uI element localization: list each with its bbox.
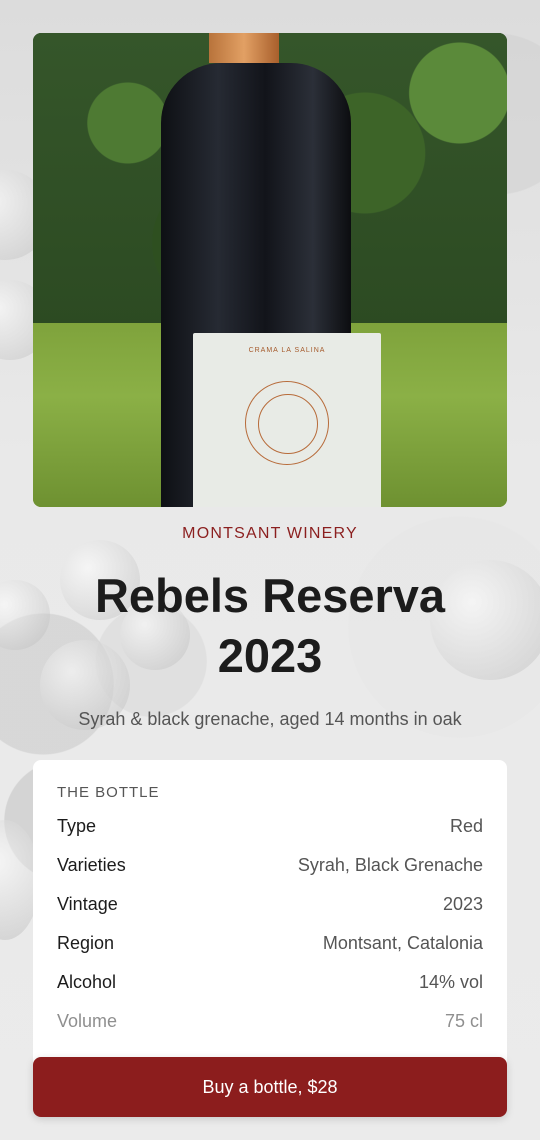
spec-row-vintage: Vintage 2023: [57, 885, 483, 924]
spec-row-alcohol: Alcohol 14% vol: [57, 963, 483, 1002]
spec-key: Region: [57, 933, 115, 953]
spec-row-varieties: Varieties Syrah, Black Grenache: [57, 846, 483, 885]
wine-description: Syrah & black grenache, aged 14 months i…: [78, 709, 462, 729]
spec-key: Vintage: [57, 894, 118, 914]
spec-key: Varieties: [57, 855, 126, 875]
spec-value: 14% vol: [418, 972, 483, 992]
spec-key: Volume: [57, 1011, 118, 1031]
label-brand: CRAMA LA SALINA: [248, 347, 326, 354]
title-line-1: Rebels Reserva: [94, 569, 446, 622]
winery-name: MONTSANT WINERY: [182, 525, 358, 542]
buy-bottle-button[interactable]: Buy a bottle, $28: [33, 1057, 507, 1117]
bottle-details-card: THE BOTTLE Type Red Varieties Syrah, Bla…: [33, 760, 507, 1080]
spec-key: Type: [57, 816, 97, 836]
spec-row-volume: Volume 75 cl: [57, 1002, 483, 1041]
spec-row-region: Region Montsant, Catalonia: [57, 924, 483, 963]
label-crest-icon: [245, 381, 329, 465]
card-heading: THE BOTTLE: [57, 784, 160, 801]
spec-value: 75 cl: [444, 1011, 483, 1031]
bottle-label: CRAMA LA SALINA: [193, 333, 381, 507]
spec-row-type: Type Red: [57, 807, 483, 846]
spec-value: Montsant, Catalonia: [322, 933, 483, 953]
page-title: Rebels Reserva 2023: [20, 566, 520, 686]
hero-image: CRAMA LA SALINA: [33, 33, 507, 507]
spec-key: Alcohol: [57, 972, 117, 992]
title-line-2: 2023: [217, 629, 323, 682]
spec-value: Red: [449, 816, 483, 836]
spec-value: 2023: [442, 894, 483, 914]
spec-value: Syrah, Black Grenache: [297, 855, 483, 875]
